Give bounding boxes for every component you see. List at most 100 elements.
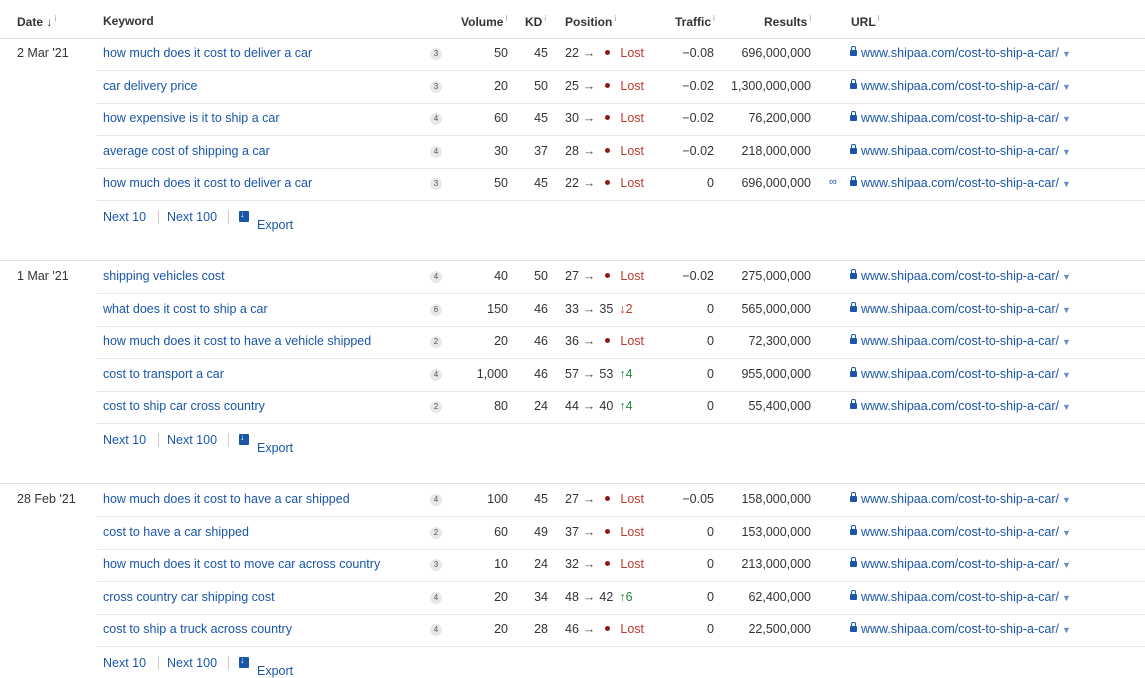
position-cell: 32 → Lost bbox=[565, 557, 644, 571]
volume-value: 20 bbox=[494, 622, 508, 636]
export-label: Export bbox=[257, 440, 294, 455]
url-link[interactable]: www.shipaa.com/cost-to-ship-a-car/▼ bbox=[850, 557, 1071, 571]
traffic-value: 0 bbox=[707, 557, 714, 571]
col-position[interactable]: Position i bbox=[565, 14, 616, 29]
url-link[interactable]: www.shipaa.com/cost-to-ship-a-car/▼ bbox=[850, 399, 1071, 413]
export-button[interactable]: Export bbox=[239, 209, 293, 232]
traffic-value: 0 bbox=[707, 524, 714, 539]
kd-value: 50 bbox=[534, 78, 548, 93]
next-100-button[interactable]: Next 100 bbox=[167, 433, 217, 447]
divider bbox=[228, 209, 229, 224]
col-results[interactable]: Results i bbox=[764, 14, 811, 29]
position-change: Lost bbox=[620, 143, 645, 158]
url-link[interactable]: www.shipaa.com/cost-to-ship-a-car/▼ bbox=[850, 269, 1071, 283]
chevron-down-icon[interactable]: ▼ bbox=[1062, 49, 1071, 59]
keyword-link[interactable]: how much does it cost to move car across… bbox=[103, 557, 380, 571]
keyword-link[interactable]: cost to ship car cross country bbox=[103, 399, 265, 413]
keyword-link[interactable]: cost to have a car shipped bbox=[103, 525, 249, 539]
next-10-button[interactable]: Next 10 bbox=[103, 433, 146, 447]
lock-icon bbox=[850, 399, 857, 409]
keyword-link[interactable]: how much does it cost to have a vehicle … bbox=[103, 334, 371, 348]
url-link[interactable]: www.shipaa.com/cost-to-ship-a-car/▼ bbox=[850, 301, 1071, 316]
traffic-value: 0 bbox=[707, 301, 714, 316]
col-kd[interactable]: KD i bbox=[525, 14, 546, 29]
col-traffic[interactable]: Traffic i bbox=[675, 14, 715, 29]
lock-icon bbox=[850, 557, 857, 567]
url-link[interactable]: www.shipaa.com/cost-to-ship-a-car/▼ bbox=[850, 46, 1071, 60]
export-button[interactable]: Export bbox=[239, 655, 293, 678]
url-link[interactable]: www.shipaa.com/cost-to-ship-a-car/▼ bbox=[850, 143, 1071, 158]
position-cell: 22 → Lost bbox=[565, 46, 644, 60]
chevron-down-icon[interactable]: ▼ bbox=[1062, 305, 1071, 315]
lost-dot-icon bbox=[605, 50, 611, 55]
chevron-down-icon[interactable]: ▼ bbox=[1062, 495, 1071, 505]
results-value: 158,000,000 bbox=[741, 492, 811, 506]
keyword-link[interactable]: how much does it cost to deliver a car bbox=[103, 176, 312, 190]
volume-value: 20 bbox=[494, 334, 508, 348]
url-text: www.shipaa.com/cost-to-ship-a-car/ bbox=[861, 143, 1059, 158]
url-link[interactable]: www.shipaa.com/cost-to-ship-a-car/▼ bbox=[850, 492, 1071, 506]
chevron-down-icon[interactable]: ▼ bbox=[1062, 370, 1071, 380]
chevron-down-icon[interactable]: ▼ bbox=[1062, 147, 1071, 157]
lost-dot-icon bbox=[605, 273, 611, 278]
url-link[interactable]: www.shipaa.com/cost-to-ship-a-car/▼ bbox=[850, 622, 1071, 636]
chevron-down-icon[interactable]: ▼ bbox=[1062, 593, 1071, 603]
chevron-down-icon[interactable]: ▼ bbox=[1062, 82, 1071, 92]
next-10-button[interactable]: Next 10 bbox=[103, 210, 146, 224]
keyword-link[interactable]: cost to ship a truck across country bbox=[103, 622, 292, 636]
chevron-down-icon[interactable]: ▼ bbox=[1062, 528, 1071, 538]
word-count-badge: 3 bbox=[430, 80, 442, 93]
table-row: cross country car shipping cost 4 20 34 48 → 4… bbox=[97, 582, 1145, 615]
keyword-link[interactable]: what does it cost to ship a car bbox=[103, 302, 268, 316]
keyword-link[interactable]: cost to transport a car bbox=[103, 367, 224, 381]
url-link[interactable]: www.shipaa.com/cost-to-ship-a-car/▼ bbox=[850, 366, 1071, 381]
url-text: www.shipaa.com/cost-to-ship-a-car/ bbox=[861, 492, 1059, 506]
url-link[interactable]: www.shipaa.com/cost-to-ship-a-car/▼ bbox=[850, 111, 1071, 125]
keyword-link[interactable]: average cost of shipping a car bbox=[103, 144, 270, 158]
chevron-down-icon[interactable]: ▼ bbox=[1062, 179, 1071, 189]
link-icon[interactable]: ∞ bbox=[829, 176, 837, 188]
chevron-down-icon[interactable]: ▼ bbox=[1062, 337, 1071, 347]
results-value: 275,000,000 bbox=[741, 269, 811, 283]
keyword-link[interactable]: shipping vehicles cost bbox=[103, 269, 225, 283]
info-icon: i bbox=[54, 14, 57, 23]
position-change: ↓2 bbox=[619, 302, 632, 316]
chevron-down-icon[interactable]: ▼ bbox=[1062, 272, 1071, 282]
chevron-down-icon[interactable]: ▼ bbox=[1062, 402, 1071, 412]
chevron-down-icon[interactable]: ▼ bbox=[1062, 560, 1071, 570]
chevron-down-icon[interactable]: ▼ bbox=[1062, 625, 1071, 635]
next-100-button[interactable]: Next 100 bbox=[167, 656, 217, 670]
url-link[interactable]: www.shipaa.com/cost-to-ship-a-car/▼ bbox=[850, 589, 1071, 604]
keyword-link[interactable]: car delivery price bbox=[103, 79, 197, 93]
position-change: Lost bbox=[620, 269, 645, 283]
keyword-link[interactable]: how much does it cost to deliver a car bbox=[103, 46, 312, 60]
col-volume[interactable]: Volume i bbox=[461, 14, 507, 29]
word-count-badge: 2 bbox=[430, 401, 442, 413]
results-value: 22,500,000 bbox=[748, 622, 811, 636]
url-link[interactable]: www.shipaa.com/cost-to-ship-a-car/▼ bbox=[850, 78, 1071, 93]
word-count-badge: 4 bbox=[430, 145, 442, 158]
position-from: 30 bbox=[565, 111, 579, 125]
chevron-down-icon[interactable]: ▼ bbox=[1062, 114, 1071, 124]
position-cell: 22 → Lost bbox=[565, 176, 644, 190]
export-label: Export bbox=[257, 217, 294, 232]
next-100-button[interactable]: Next 100 bbox=[167, 210, 217, 224]
position-change: Lost bbox=[620, 78, 645, 93]
url-text: www.shipaa.com/cost-to-ship-a-car/ bbox=[861, 399, 1059, 413]
next-10-button[interactable]: Next 10 bbox=[103, 656, 146, 670]
word-count-badge: 4 bbox=[430, 113, 442, 125]
col-date[interactable]: Date ↓ i bbox=[17, 14, 56, 29]
keyword-link[interactable]: how expensive is it to ship a car bbox=[103, 111, 279, 125]
results-value: 213,000,000 bbox=[741, 557, 811, 571]
url-link[interactable]: www.shipaa.com/cost-to-ship-a-car/▼ bbox=[850, 176, 1071, 190]
col-url[interactable]: URL i bbox=[851, 14, 879, 29]
export-button[interactable]: Export bbox=[239, 432, 293, 455]
keyword-link[interactable]: cross country car shipping cost bbox=[103, 590, 275, 604]
position-from: 32 bbox=[565, 557, 579, 571]
lock-icon bbox=[850, 366, 857, 377]
keyword-link[interactable]: how much does it cost to have a car ship… bbox=[103, 492, 350, 506]
col-keyword[interactable]: Keyword bbox=[103, 14, 154, 28]
arrow-right-icon: → bbox=[582, 301, 596, 316]
url-link[interactable]: www.shipaa.com/cost-to-ship-a-car/▼ bbox=[850, 334, 1071, 348]
url-link[interactable]: www.shipaa.com/cost-to-ship-a-car/▼ bbox=[850, 524, 1071, 539]
